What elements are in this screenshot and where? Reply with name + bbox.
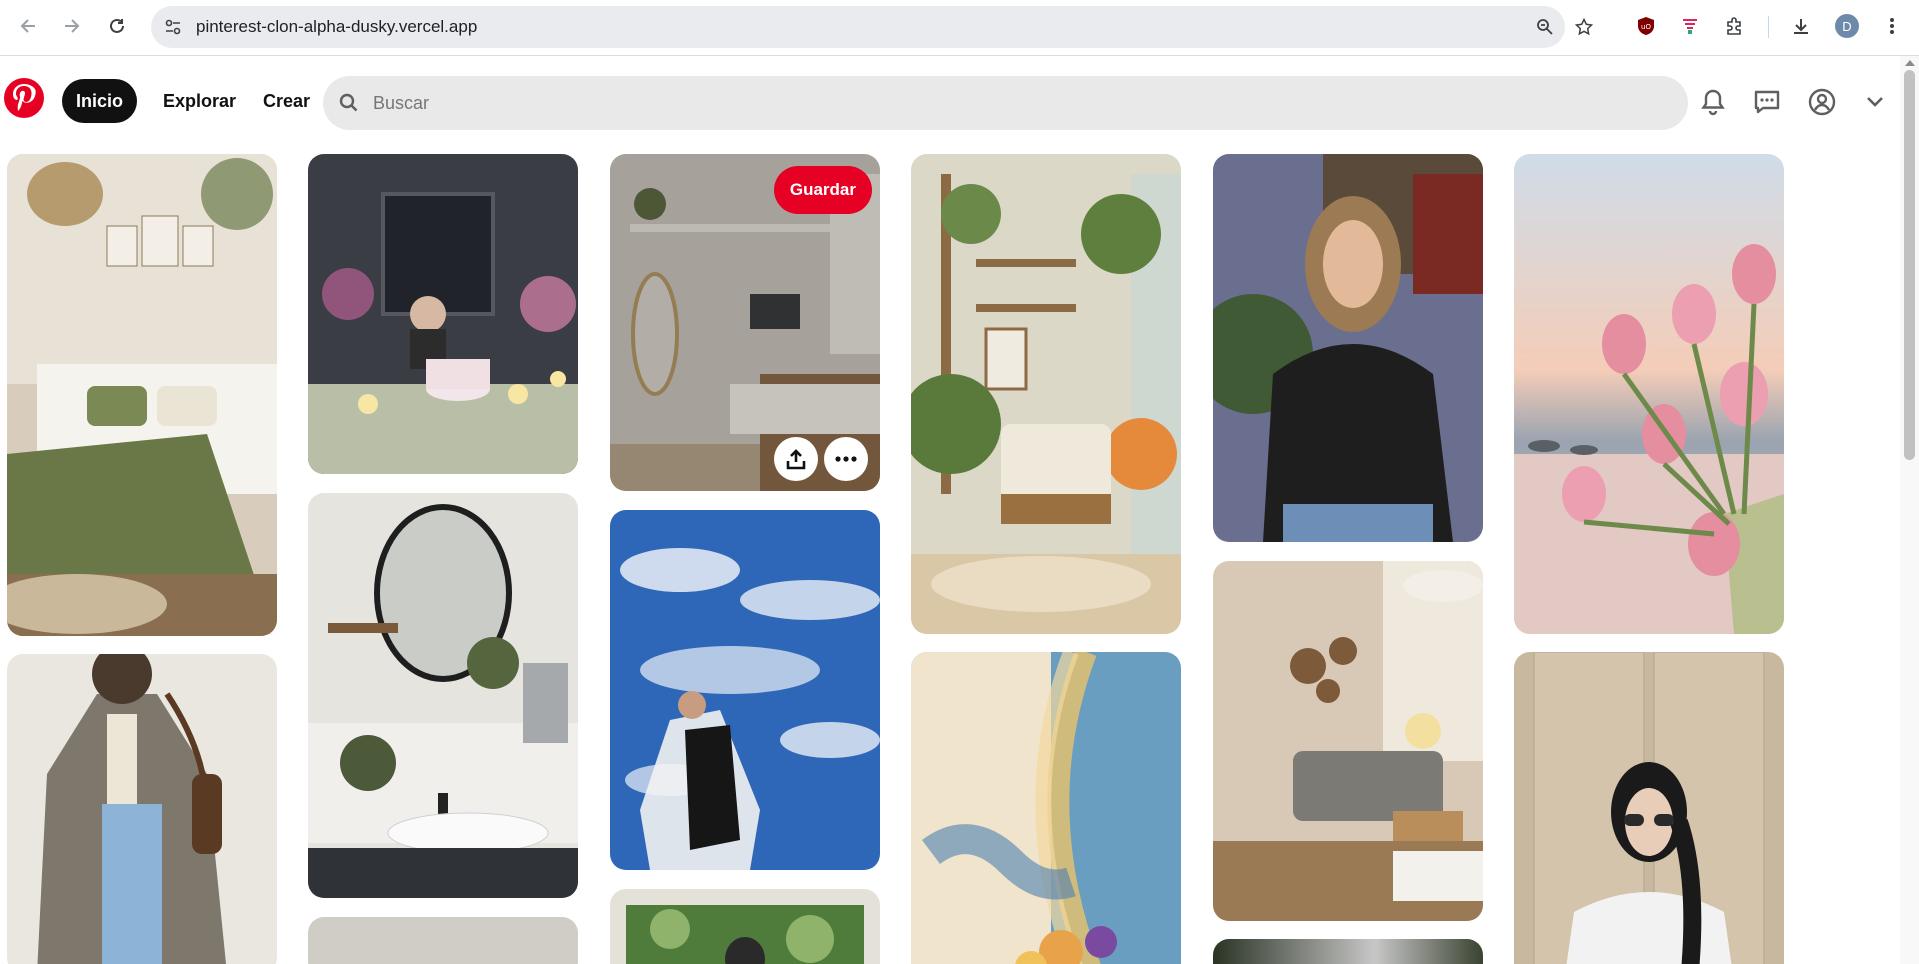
toolbar-divider [1768,16,1769,38]
nav-explorar[interactable]: Explorar [149,79,250,123]
back-button[interactable] [12,10,44,42]
more-dots-icon [835,456,857,462]
nav-crear[interactable]: Crear [249,79,324,123]
reload-button[interactable] [101,10,133,42]
profile-icon[interactable] [1805,85,1839,119]
pin-bedroom-shelves[interactable]: Guardar [610,154,880,491]
pin-partial-green[interactable] [610,889,880,964]
app-header: Inicio Explorar Crear [0,56,1900,146]
pin-fashion-sunglasses[interactable] [1514,652,1784,964]
messages-icon[interactable] [1750,85,1784,119]
search-input[interactable] [373,92,1573,114]
scrollbar-thumb[interactable] [1904,70,1915,460]
forward-button[interactable] [56,10,88,42]
share-icon [786,449,806,470]
forward-arrow-icon [65,19,80,33]
page-scrollbar[interactable] [1900,56,1919,964]
pin-fashion-blazer[interactable] [7,654,277,964]
search-icon [339,93,358,112]
extensions-puzzle-icon[interactable] [1720,12,1748,40]
pin-partial-1[interactable] [308,917,578,964]
site-settings-icon[interactable] [161,15,185,39]
ublock-extension-icon[interactable]: uO [1632,12,1660,40]
pin-birthday-cake[interactable] [308,154,578,474]
search-bar[interactable] [323,76,1688,130]
nav-inicio[interactable]: Inicio [62,79,138,123]
pin-rainbow-flowers[interactable] [911,652,1181,964]
svg-text:uO: uO [1641,23,1651,31]
save-button[interactable]: Guardar [773,166,872,214]
address-bar[interactable]: pinterest-clon-alpha-dusky.vercel.app [151,6,1593,48]
url-text: pinterest-clon-alpha-dusky.vercel.app [196,17,478,36]
pin-bathroom-mirror[interactable] [308,493,578,898]
more-options-button[interactable] [824,437,868,481]
reload-icon [110,18,124,33]
red-extension-icon[interactable] [1676,12,1704,40]
pin-living-room[interactable] [1213,561,1483,921]
downloads-icon[interactable] [1787,12,1815,40]
pin-reading-nook[interactable] [911,154,1181,634]
pin-pink-tulips[interactable] [1514,154,1784,634]
profile-avatar[interactable]: D [1835,14,1859,38]
bookmark-star-icon[interactable] [1572,15,1596,39]
chevron-down-icon[interactable] [1858,85,1892,119]
pin-bedroom[interactable] [7,154,277,636]
pinterest-logo-icon[interactable] [4,78,44,118]
scroll-up-arrow-icon[interactable] [1905,60,1915,66]
pin-sky-clouds[interactable] [610,510,880,870]
zoom-icon[interactable] [1533,15,1557,39]
browser-toolbar: pinterest-clon-alpha-dusky.vercel.app uO… [0,0,1919,56]
pin-partial-dark[interactable] [1213,939,1483,964]
share-button[interactable] [774,437,818,481]
pin-grid: Guardar [0,146,1900,964]
browser-menu-icon[interactable] [1878,12,1906,40]
notifications-bell-icon[interactable] [1696,85,1730,119]
back-arrow-icon [20,19,35,33]
pin-woman-portrait[interactable] [1213,154,1483,542]
